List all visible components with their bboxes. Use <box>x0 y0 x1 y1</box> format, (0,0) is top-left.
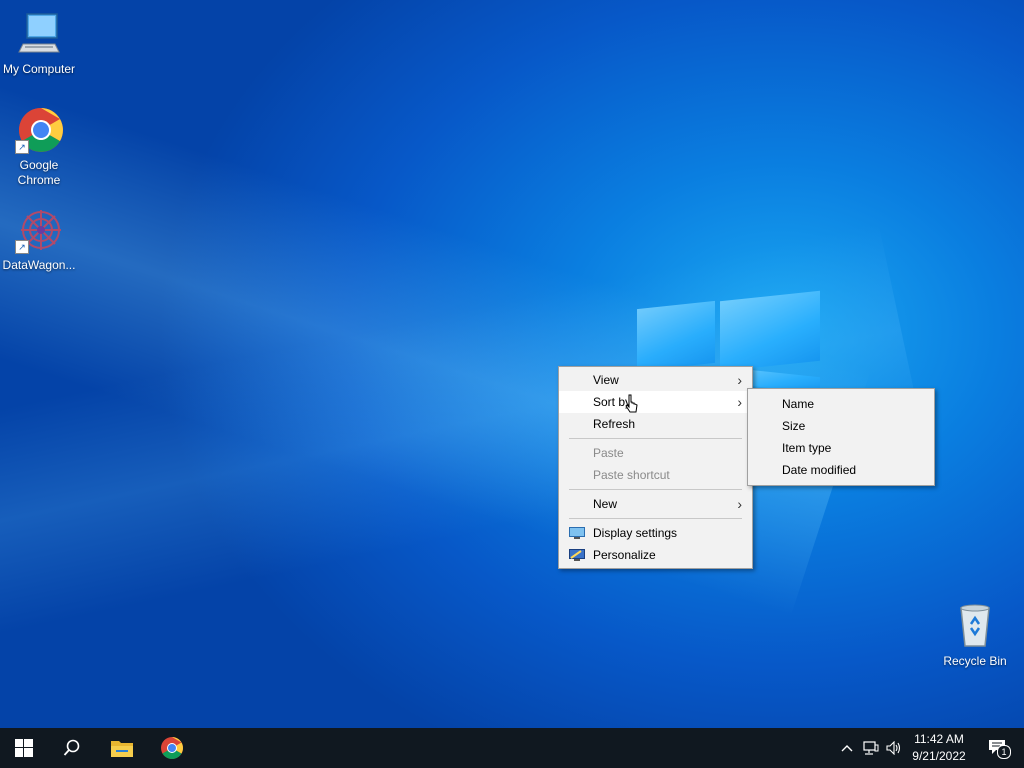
desktop-icon-google-chrome[interactable]: ↗ Google Chrome <box>0 106 78 188</box>
menu-separator <box>569 489 742 490</box>
menu-item-label: Personalize <box>593 548 656 562</box>
menu-item-personalize[interactable]: Personalize <box>559 544 752 566</box>
volume-button[interactable] <box>883 728 905 768</box>
personalize-icon <box>569 549 585 561</box>
menu-item-paste-shortcut: Paste shortcut <box>559 464 752 486</box>
menu-item-label: Size <box>782 419 806 433</box>
chevron-right-icon: › <box>737 394 742 410</box>
windows-logo-pane <box>720 290 820 372</box>
sort-option-size[interactable]: Size <box>748 415 934 437</box>
menu-item-sort-by[interactable]: Sort by › <box>559 391 752 413</box>
taskbar: 11:42 AM 9/21/2022 1 <box>0 728 1024 768</box>
network-button[interactable] <box>860 728 882 768</box>
datawagon-icon: ↗ <box>15 206 63 254</box>
desktop-background[interactable]: My Computer ↗ Google Chrome ↗ DataWagon.… <box>0 0 1024 728</box>
notification-count-badge: 1 <box>997 745 1011 759</box>
shortcut-arrow-icon: ↗ <box>15 140 29 154</box>
desktop-icon-label: DataWagon... <box>2 258 76 272</box>
sort-by-submenu: Name Size Item type Date modified <box>747 388 935 486</box>
search-button[interactable] <box>48 728 96 768</box>
desktop-context-menu: View › Sort by › Refresh Paste Paste sho… <box>558 366 753 569</box>
menu-item-paste: Paste <box>559 442 752 464</box>
menu-item-label: Name <box>782 397 815 411</box>
menu-item-label: Refresh <box>593 417 636 431</box>
chevron-right-icon: › <box>737 372 742 388</box>
menu-separator <box>569 518 742 519</box>
chevron-up-icon <box>841 745 853 752</box>
menu-item-label: Paste <box>593 446 624 460</box>
recycle-bin-icon <box>951 602 999 650</box>
menu-item-label: Item type <box>782 441 832 455</box>
desktop-icon-label: Recycle Bin <box>943 654 1007 668</box>
sort-option-date-modified[interactable]: Date modified <box>748 459 934 481</box>
menu-item-label: Paste shortcut <box>593 468 670 482</box>
network-icon <box>863 741 879 755</box>
menu-item-refresh[interactable]: Refresh <box>559 413 752 435</box>
sort-option-item-type[interactable]: Item type <box>748 437 934 459</box>
clock-date: 9/21/2022 <box>912 749 966 763</box>
volume-icon <box>886 741 901 755</box>
file-explorer-icon <box>111 741 133 757</box>
desktop-icon-datawagon[interactable]: ↗ DataWagon... <box>0 206 78 273</box>
sort-option-name[interactable]: Name <box>748 393 934 415</box>
start-button[interactable] <box>0 728 48 768</box>
file-explorer-button[interactable] <box>98 728 146 768</box>
clock-time: 11:42 AM <box>914 732 964 746</box>
clock[interactable]: 11:42 AM 9/21/2022 <box>906 728 972 768</box>
menu-item-label: Date modified <box>782 463 857 477</box>
chevron-right-icon: › <box>737 496 742 512</box>
desktop-icon-label: Google Chrome <box>17 158 61 187</box>
menu-item-label: New <box>593 497 618 511</box>
menu-item-label: View <box>593 373 619 387</box>
desktop-icon-my-computer[interactable]: My Computer <box>0 10 78 77</box>
chrome-icon <box>161 737 183 759</box>
chrome-icon: ↗ <box>15 106 63 154</box>
desktop-icon-label: My Computer <box>2 62 76 76</box>
windows-logo-pane <box>637 300 715 372</box>
show-hidden-icons-button[interactable] <box>836 728 858 768</box>
menu-separator <box>569 438 742 439</box>
shortcut-arrow-icon: ↗ <box>15 240 29 254</box>
search-icon <box>63 739 80 756</box>
start-icon <box>15 739 33 757</box>
menu-item-display-settings[interactable]: Display settings <box>559 522 752 544</box>
computer-icon <box>15 10 63 58</box>
menu-item-new[interactable]: New › <box>559 493 752 515</box>
mouse-cursor-icon <box>625 394 638 413</box>
display-settings-icon <box>569 527 585 539</box>
menu-item-label: Display settings <box>593 526 678 540</box>
menu-item-view[interactable]: View › <box>559 369 752 391</box>
chrome-taskbar-button[interactable] <box>148 728 196 768</box>
action-center-button[interactable]: 1 <box>978 728 1018 768</box>
desktop-icon-recycle-bin[interactable]: Recycle Bin <box>936 602 1014 669</box>
